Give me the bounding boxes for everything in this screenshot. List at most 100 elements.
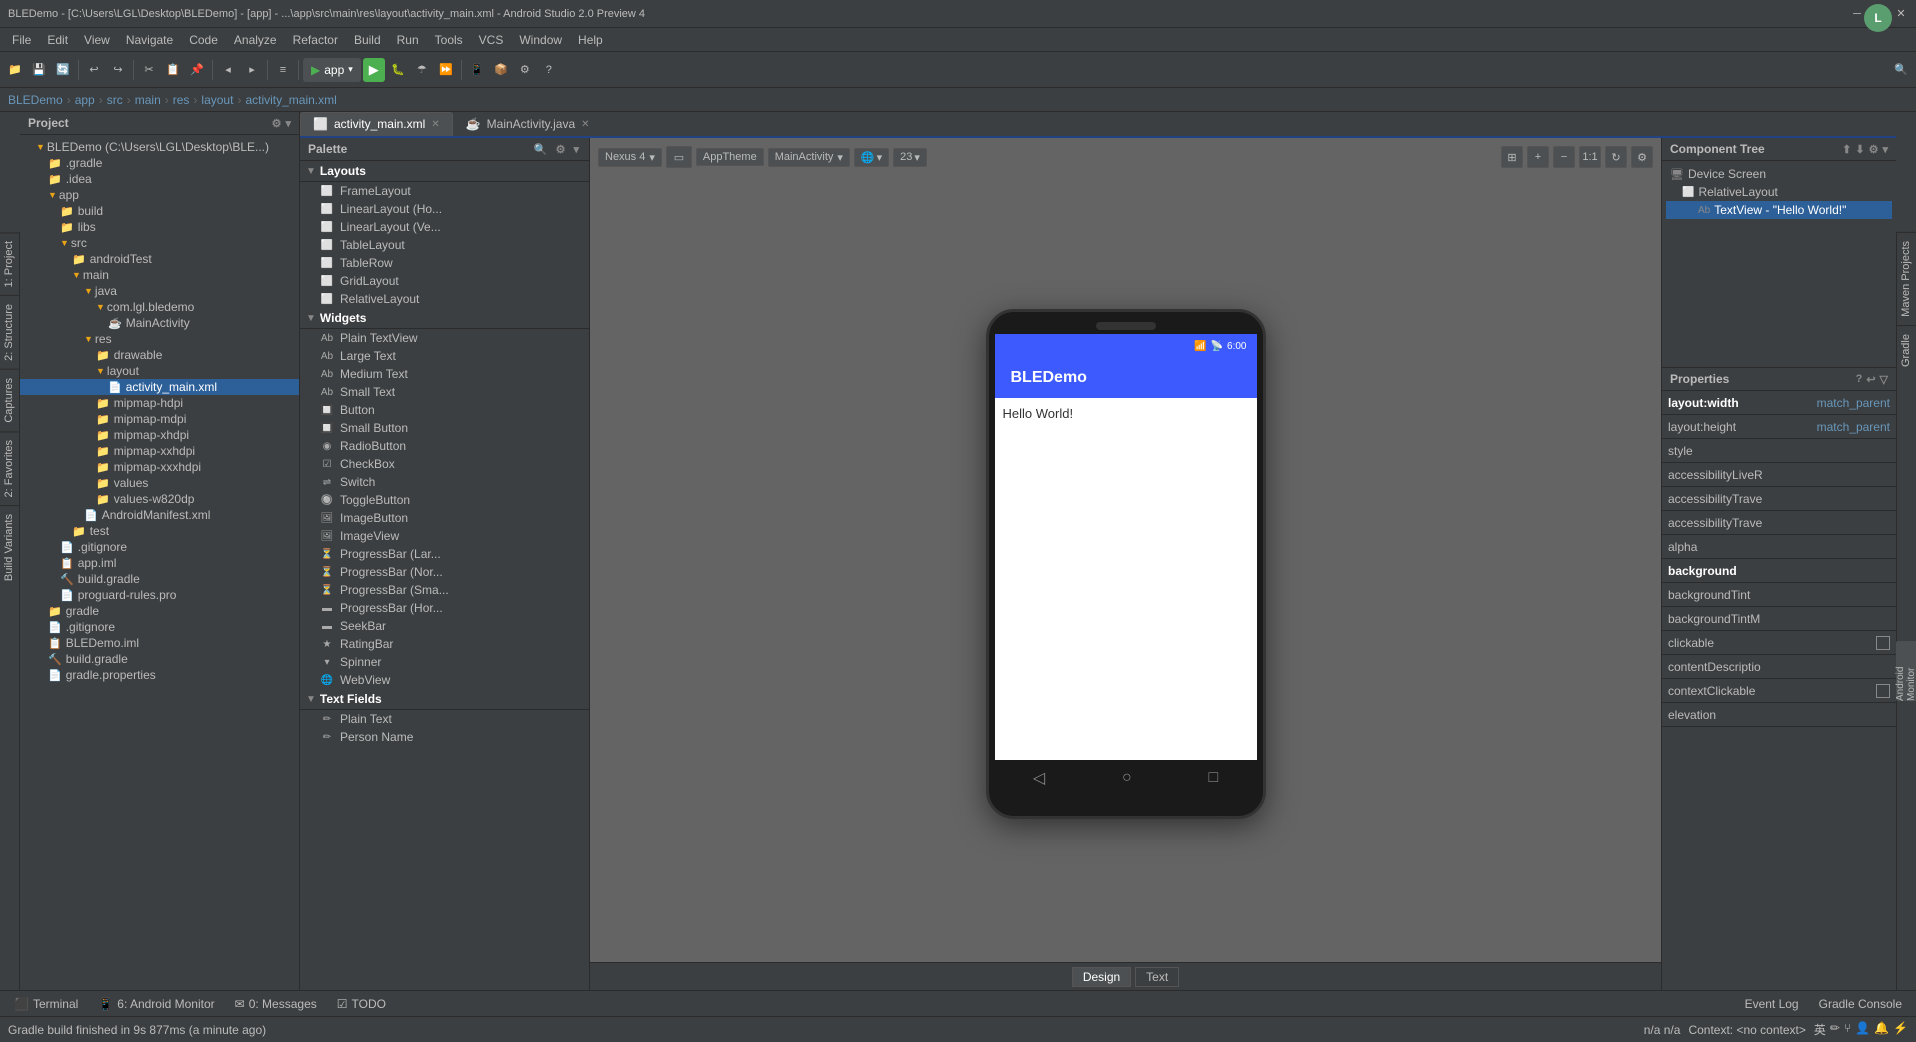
tree-item-androidmanifestxml[interactable]: 📄AndroidManifest.xml — [20, 507, 299, 523]
refresh-icon[interactable]: ↻ — [1605, 146, 1627, 168]
palette-item-plain-text[interactable]: ✏ Plain Text — [300, 710, 589, 728]
prop-background-tint[interactable]: backgroundTint — [1662, 583, 1896, 607]
tree-item-proguard-rulespro[interactable]: 📄proguard-rules.pro — [20, 587, 299, 603]
palette-section-textfields[interactable]: ▼ Text Fields — [300, 689, 589, 710]
menu-tools[interactable]: Tools — [427, 31, 471, 49]
ct-settings-icon[interactable]: ⚙ — [1869, 143, 1879, 156]
tb-undo[interactable]: ↩ — [83, 58, 105, 82]
prop-accessibility-trave2[interactable]: accessibilityTrave — [1662, 511, 1896, 535]
palette-item-relativelayout[interactable]: ⬜ RelativeLayout — [300, 290, 589, 308]
tree-item-gradle[interactable]: 📁gradle — [20, 603, 299, 619]
palette-item-progressbar-normal[interactable]: ⏳ ProgressBar (Nor... — [300, 563, 589, 581]
tb-structure[interactable]: ≡ — [272, 58, 294, 82]
tree-item-gitignore[interactable]: 📄.gitignore — [20, 539, 299, 555]
tree-item-app[interactable]: ▼ app — [20, 187, 299, 203]
tab-terminal[interactable]: ⬛ Terminal — [4, 995, 88, 1013]
recents-button[interactable]: □ — [1208, 769, 1218, 787]
project-settings-icon[interactable]: ⚙ — [272, 117, 282, 130]
tree-item-gradle[interactable]: 📁.gradle — [20, 155, 299, 171]
palette-item-tablelayout[interactable]: ⬜ TableLayout — [300, 236, 589, 254]
zoom-out-icon[interactable]: − — [1553, 146, 1575, 168]
palette-item-framelayout[interactable]: ⬜ FrameLayout — [300, 182, 589, 200]
tree-item-src[interactable]: ▼ src — [20, 235, 299, 251]
tree-item-libs[interactable]: 📁libs — [20, 219, 299, 235]
palette-search-icon[interactable]: 🔍 — [532, 143, 550, 156]
palette-item-progressbar-horiz[interactable]: ▬ ProgressBar (Hor... — [300, 599, 589, 617]
menu-code[interactable]: Code — [181, 31, 226, 49]
bc-src[interactable]: src — [107, 93, 123, 107]
zoom-actual-icon[interactable]: 1:1 — [1579, 146, 1601, 168]
palette-item-togglebutton[interactable]: 🔘 ToggleButton — [300, 491, 589, 509]
tree-item-androidtest[interactable]: 📁androidTest — [20, 251, 299, 267]
palette-item-large-text[interactable]: Ab Large Text — [300, 347, 589, 365]
ct-collapse-icon[interactable]: ⬇ — [1855, 143, 1864, 156]
palette-item-progressbar-small[interactable]: ⏳ ProgressBar (Sma... — [300, 581, 589, 599]
tree-item-buildgradle[interactable]: 🔨build.gradle — [20, 651, 299, 667]
debug-button[interactable]: 🐛 — [387, 58, 409, 82]
prop-accessibility-trave1[interactable]: accessibilityTrave — [1662, 487, 1896, 511]
palette-item-small-button[interactable]: 🔲 Small Button — [300, 419, 589, 437]
orientation-button[interactable]: ▭ — [666, 146, 692, 168]
api-selector[interactable]: 23 ▾ — [893, 148, 927, 167]
prop-clickable-checkbox[interactable] — [1876, 636, 1890, 650]
menu-refactor[interactable]: Refactor — [285, 31, 346, 49]
tb-sync[interactable]: 🔄 — [52, 58, 74, 82]
prop-alpha[interactable]: alpha — [1662, 535, 1896, 559]
menu-window[interactable]: Window — [511, 31, 570, 49]
profile-button[interactable]: ⏩ — [435, 58, 457, 82]
palette-item-tablerow[interactable]: ⬜ TableRow — [300, 254, 589, 272]
prop-clickable[interactable]: clickable — [1662, 631, 1896, 655]
palette-item-spinner[interactable]: ▾ Spinner — [300, 653, 589, 671]
prop-style[interactable]: style — [1662, 439, 1896, 463]
palette-item-imagebutton[interactable]: 🖼 ImageButton — [300, 509, 589, 527]
tree-item-layout[interactable]: ▼ layout — [20, 363, 299, 379]
ct-device-screen[interactable]: 🖥 Device Screen — [1666, 165, 1892, 183]
tb-save[interactable]: 💾 — [28, 58, 50, 82]
tab-mainactivity[interactable]: ☕ MainActivity.java ✕ — [453, 112, 603, 136]
theme-selector[interactable]: AppTheme — [696, 148, 764, 166]
props-help-icon[interactable]: ? — [1856, 373, 1863, 386]
ct-textview[interactable]: Ab TextView - "Hello World!" — [1666, 201, 1892, 219]
bc-res[interactable]: res — [173, 93, 190, 107]
menu-build[interactable]: Build — [346, 31, 389, 49]
bc-app[interactable]: app — [75, 93, 95, 107]
palette-item-ratingbar[interactable]: ★ RatingBar — [300, 635, 589, 653]
palette-item-progressbar-large[interactable]: ⏳ ProgressBar (Lar... — [300, 545, 589, 563]
tb-redo[interactable]: ↪ — [107, 58, 129, 82]
coverage-button[interactable]: ☂ — [411, 58, 433, 82]
palette-item-plain-textview[interactable]: Ab Plain TextView — [300, 329, 589, 347]
tree-item-main[interactable]: ▼ main — [20, 267, 299, 283]
ct-relative-layout[interactable]: ⬜ RelativeLayout — [1666, 183, 1892, 201]
palette-item-imageview[interactable]: 🖼 ImageView — [300, 527, 589, 545]
palette-section-layouts[interactable]: ▼ Layouts — [300, 161, 589, 182]
bc-activity-main[interactable]: activity_main.xml — [245, 93, 336, 107]
tb-find-prev[interactable]: ◂ — [217, 58, 239, 82]
palette-item-checkbox[interactable]: ☑ CheckBox — [300, 455, 589, 473]
prop-layout-width[interactable]: layout:width match_parent — [1662, 391, 1896, 415]
tree-item-values[interactable]: 📁values — [20, 475, 299, 491]
project-gear-icon[interactable]: ▾ — [285, 117, 291, 130]
tree-item-activitymainxml[interactable]: 📄activity_main.xml — [20, 379, 299, 395]
settings[interactable]: ⚙ — [514, 58, 536, 82]
rail-maven[interactable]: Maven Projects — [1897, 232, 1916, 325]
prop-context-clickable[interactable]: contextClickable — [1662, 679, 1896, 703]
tree-item-drawable[interactable]: 📁drawable — [20, 347, 299, 363]
zoom-fit-icon[interactable]: ⊞ — [1501, 146, 1523, 168]
bc-main[interactable]: main — [135, 93, 161, 107]
palette-settings-icon[interactable]: ⚙ — [554, 143, 568, 156]
tree-item-comlglbledemo[interactable]: ▼ com.lgl.bledemo — [20, 299, 299, 315]
ct-menu-icon[interactable]: ▾ — [1882, 143, 1888, 156]
menu-edit[interactable]: Edit — [39, 31, 76, 49]
palette-item-seekbar[interactable]: ▬ SeekBar — [300, 617, 589, 635]
palette-menu-icon[interactable]: ▾ — [571, 143, 581, 156]
tree-item-gradleproperties[interactable]: 📄gradle.properties — [20, 667, 299, 683]
rail-project[interactable]: 1: Project — [0, 232, 19, 295]
props-filter-icon[interactable]: ▽ — [1880, 373, 1888, 386]
tab-activity-main[interactable]: ⬜ activity_main.xml ✕ — [300, 112, 453, 136]
tab-todo[interactable]: ☑ TODO — [327, 995, 396, 1013]
tree-item-res[interactable]: ▼ res — [20, 331, 299, 347]
close-button[interactable]: ✕ — [1894, 7, 1908, 21]
bc-blemdemo[interactable]: BLEDemo — [8, 93, 63, 107]
menu-run[interactable]: Run — [389, 31, 427, 49]
canvas-settings-icon[interactable]: ⚙ — [1631, 146, 1653, 168]
